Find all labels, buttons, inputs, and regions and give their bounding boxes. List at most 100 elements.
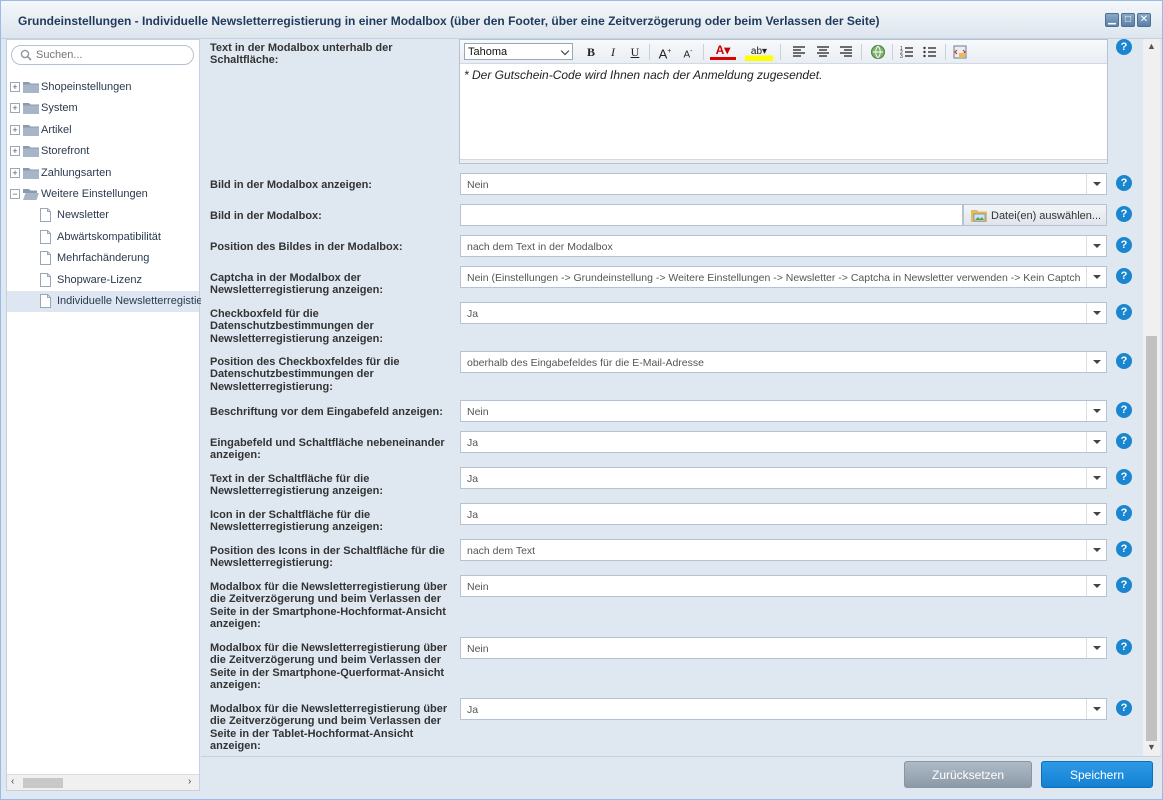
- privacy-checkbox-select[interactable]: Ja: [460, 302, 1107, 324]
- close-icon[interactable]: ✕: [1137, 13, 1151, 27]
- privacy-position-select[interactable]: oberhalb des Eingabefeldes für die E-Mai…: [460, 351, 1107, 373]
- form-row-captcha: Captcha in der Modalbox der Newsletterre…: [201, 266, 1143, 296]
- folder-icon: [23, 103, 39, 115]
- align-left-icon[interactable]: [790, 43, 808, 61]
- icon-position-select[interactable]: nach dem Text: [460, 539, 1107, 561]
- collapse-icon[interactable]: −: [10, 188, 20, 199]
- form-row-tablet-portrait: Modalbox für die Newsletterregistierung …: [201, 698, 1143, 756]
- maximize-icon[interactable]: □: [1121, 13, 1135, 27]
- help-icon[interactable]: ?: [1116, 541, 1132, 557]
- highlight-icon[interactable]: ab▾: [745, 43, 773, 61]
- font-family-select[interactable]: Tahoma: [464, 43, 573, 60]
- scroll-down-icon[interactable]: ▼: [1147, 742, 1156, 752]
- field-label: Position des Checkboxfeldes für die Date…: [210, 356, 400, 393]
- tree-item-label: Shopware-Lizenz: [57, 273, 142, 286]
- help-icon[interactable]: ?: [1116, 353, 1132, 369]
- expand-icon[interactable]: +: [10, 146, 20, 157]
- chevron-down-icon[interactable]: [1086, 468, 1106, 488]
- reset-button[interactable]: Zurücksetzen: [904, 761, 1032, 788]
- tree-item-zahlungsarten[interactable]: + Zahlungsarten: [7, 163, 199, 184]
- help-icon[interactable]: ?: [1116, 700, 1132, 716]
- help-icon[interactable]: ?: [1116, 206, 1132, 222]
- scroll-right-icon[interactable]: ›: [188, 776, 191, 787]
- smartphone-landscape-select[interactable]: Nein: [460, 637, 1107, 659]
- help-icon[interactable]: ?: [1116, 237, 1132, 253]
- tree-item-shopware-lizenz[interactable]: Shopware-Lizenz: [7, 270, 199, 291]
- help-icon[interactable]: ?: [1116, 469, 1132, 485]
- unordered-list-icon[interactable]: [921, 43, 939, 61]
- tablet-portrait-select[interactable]: Ja: [460, 698, 1107, 720]
- chevron-down-icon[interactable]: [1086, 174, 1106, 194]
- bold-icon[interactable]: B: [582, 43, 600, 61]
- tree-item-weitere-einstellungen[interactable]: − Weitere Einstellungen: [7, 184, 199, 205]
- help-icon[interactable]: ?: [1116, 175, 1132, 191]
- tree-item-storefront[interactable]: + Storefront: [7, 141, 199, 162]
- tree-item-system[interactable]: + System: [7, 98, 199, 119]
- help-icon[interactable]: ?: [1116, 433, 1132, 449]
- chevron-down-icon[interactable]: [1086, 504, 1106, 524]
- ordered-list-icon[interactable]: 123: [898, 43, 916, 61]
- font-grow-icon[interactable]: A+: [656, 43, 674, 61]
- source-edit-icon[interactable]: [951, 43, 969, 61]
- help-icon[interactable]: ?: [1116, 639, 1132, 655]
- field-label: Eingabefeld und Schaltfläche nebeneinand…: [210, 437, 445, 462]
- align-right-icon[interactable]: [837, 43, 855, 61]
- font-shrink-icon[interactable]: A-: [679, 43, 697, 61]
- input-caption-select[interactable]: Nein: [460, 400, 1107, 422]
- align-center-icon[interactable]: [814, 43, 832, 61]
- chevron-down-icon[interactable]: [1086, 267, 1106, 287]
- captcha-select[interactable]: Nein (Einstellungen -> Grundeinstellung …: [460, 266, 1107, 288]
- chevron-down-icon[interactable]: [1086, 540, 1106, 560]
- scroll-left-icon[interactable]: ‹: [11, 776, 14, 787]
- image-position-select[interactable]: nach dem Text in der Modalbox: [460, 235, 1107, 257]
- image-file-input[interactable]: [460, 204, 963, 226]
- select-value: Ja: [467, 509, 479, 521]
- help-icon[interactable]: ?: [1116, 577, 1132, 593]
- italic-icon[interactable]: I: [604, 43, 622, 61]
- select-value: Ja: [467, 308, 479, 320]
- expand-icon[interactable]: +: [10, 124, 20, 135]
- button-icon-select[interactable]: Ja: [460, 503, 1107, 525]
- tree-item-abwaertskompatibilitaet[interactable]: Abwärtskompatibilität: [7, 227, 199, 248]
- form-vertical-scrollbar[interactable]: ▲ ▼: [1143, 39, 1160, 756]
- tree-item-mehrfachaenderung[interactable]: Mehrfachänderung: [7, 248, 199, 269]
- search-input[interactable]: [36, 48, 186, 62]
- tree-item-artikel[interactable]: + Artikel: [7, 120, 199, 141]
- chevron-down-icon[interactable]: [1086, 401, 1106, 421]
- sidebar-horizontal-scrollbar[interactable]: ‹ ›: [7, 774, 199, 790]
- select-files-button[interactable]: Datei(en) auswählen...: [963, 204, 1107, 226]
- scrollbar-thumb[interactable]: [23, 778, 63, 788]
- side-by-side-select[interactable]: Ja: [460, 431, 1107, 453]
- smartphone-portrait-select[interactable]: Nein: [460, 575, 1107, 597]
- underline-icon[interactable]: U: [626, 43, 644, 61]
- link-icon[interactable]: [869, 43, 887, 61]
- scrollbar-thumb[interactable]: [1146, 336, 1157, 741]
- help-icon[interactable]: ?: [1116, 402, 1132, 418]
- expand-icon[interactable]: +: [10, 103, 20, 114]
- chevron-down-icon[interactable]: [1086, 699, 1106, 719]
- help-icon[interactable]: ?: [1116, 268, 1132, 284]
- save-button[interactable]: Speichern: [1041, 761, 1153, 788]
- scroll-up-icon[interactable]: ▲: [1147, 41, 1156, 51]
- html-editor[interactable]: Tahoma B I U A+ A- A▾ ab▾ 1 2 3 * Der Gu…: [459, 39, 1108, 164]
- chevron-down-icon[interactable]: [1086, 352, 1106, 372]
- expand-icon[interactable]: +: [10, 167, 20, 178]
- minimize-icon[interactable]: ▁: [1105, 13, 1119, 27]
- font-color-icon[interactable]: A▾: [710, 43, 736, 60]
- search-box[interactable]: [11, 45, 194, 65]
- expand-icon[interactable]: +: [10, 82, 20, 92]
- chevron-down-icon[interactable]: [1086, 432, 1106, 452]
- help-icon[interactable]: ?: [1116, 39, 1132, 55]
- tree-item-newsletter[interactable]: Newsletter: [7, 205, 199, 226]
- chevron-down-icon[interactable]: [1086, 638, 1106, 658]
- chevron-down-icon[interactable]: [1086, 576, 1106, 596]
- chevron-down-icon[interactable]: [1086, 303, 1106, 323]
- editor-content[interactable]: * Der Gutschein-Code wird Ihnen nach der…: [464, 68, 822, 82]
- button-text-select[interactable]: Ja: [460, 467, 1107, 489]
- show-image-select[interactable]: Nein: [460, 173, 1107, 195]
- tree-item-shopeinstellungen[interactable]: + Shopeinstellungen: [7, 77, 199, 98]
- help-icon[interactable]: ?: [1116, 505, 1132, 521]
- help-icon[interactable]: ?: [1116, 304, 1132, 320]
- chevron-down-icon[interactable]: [1086, 236, 1106, 256]
- tree-item-individuelle-newsletterregistierung[interactable]: Individuelle Newsletterregistierung: [7, 290, 225, 313]
